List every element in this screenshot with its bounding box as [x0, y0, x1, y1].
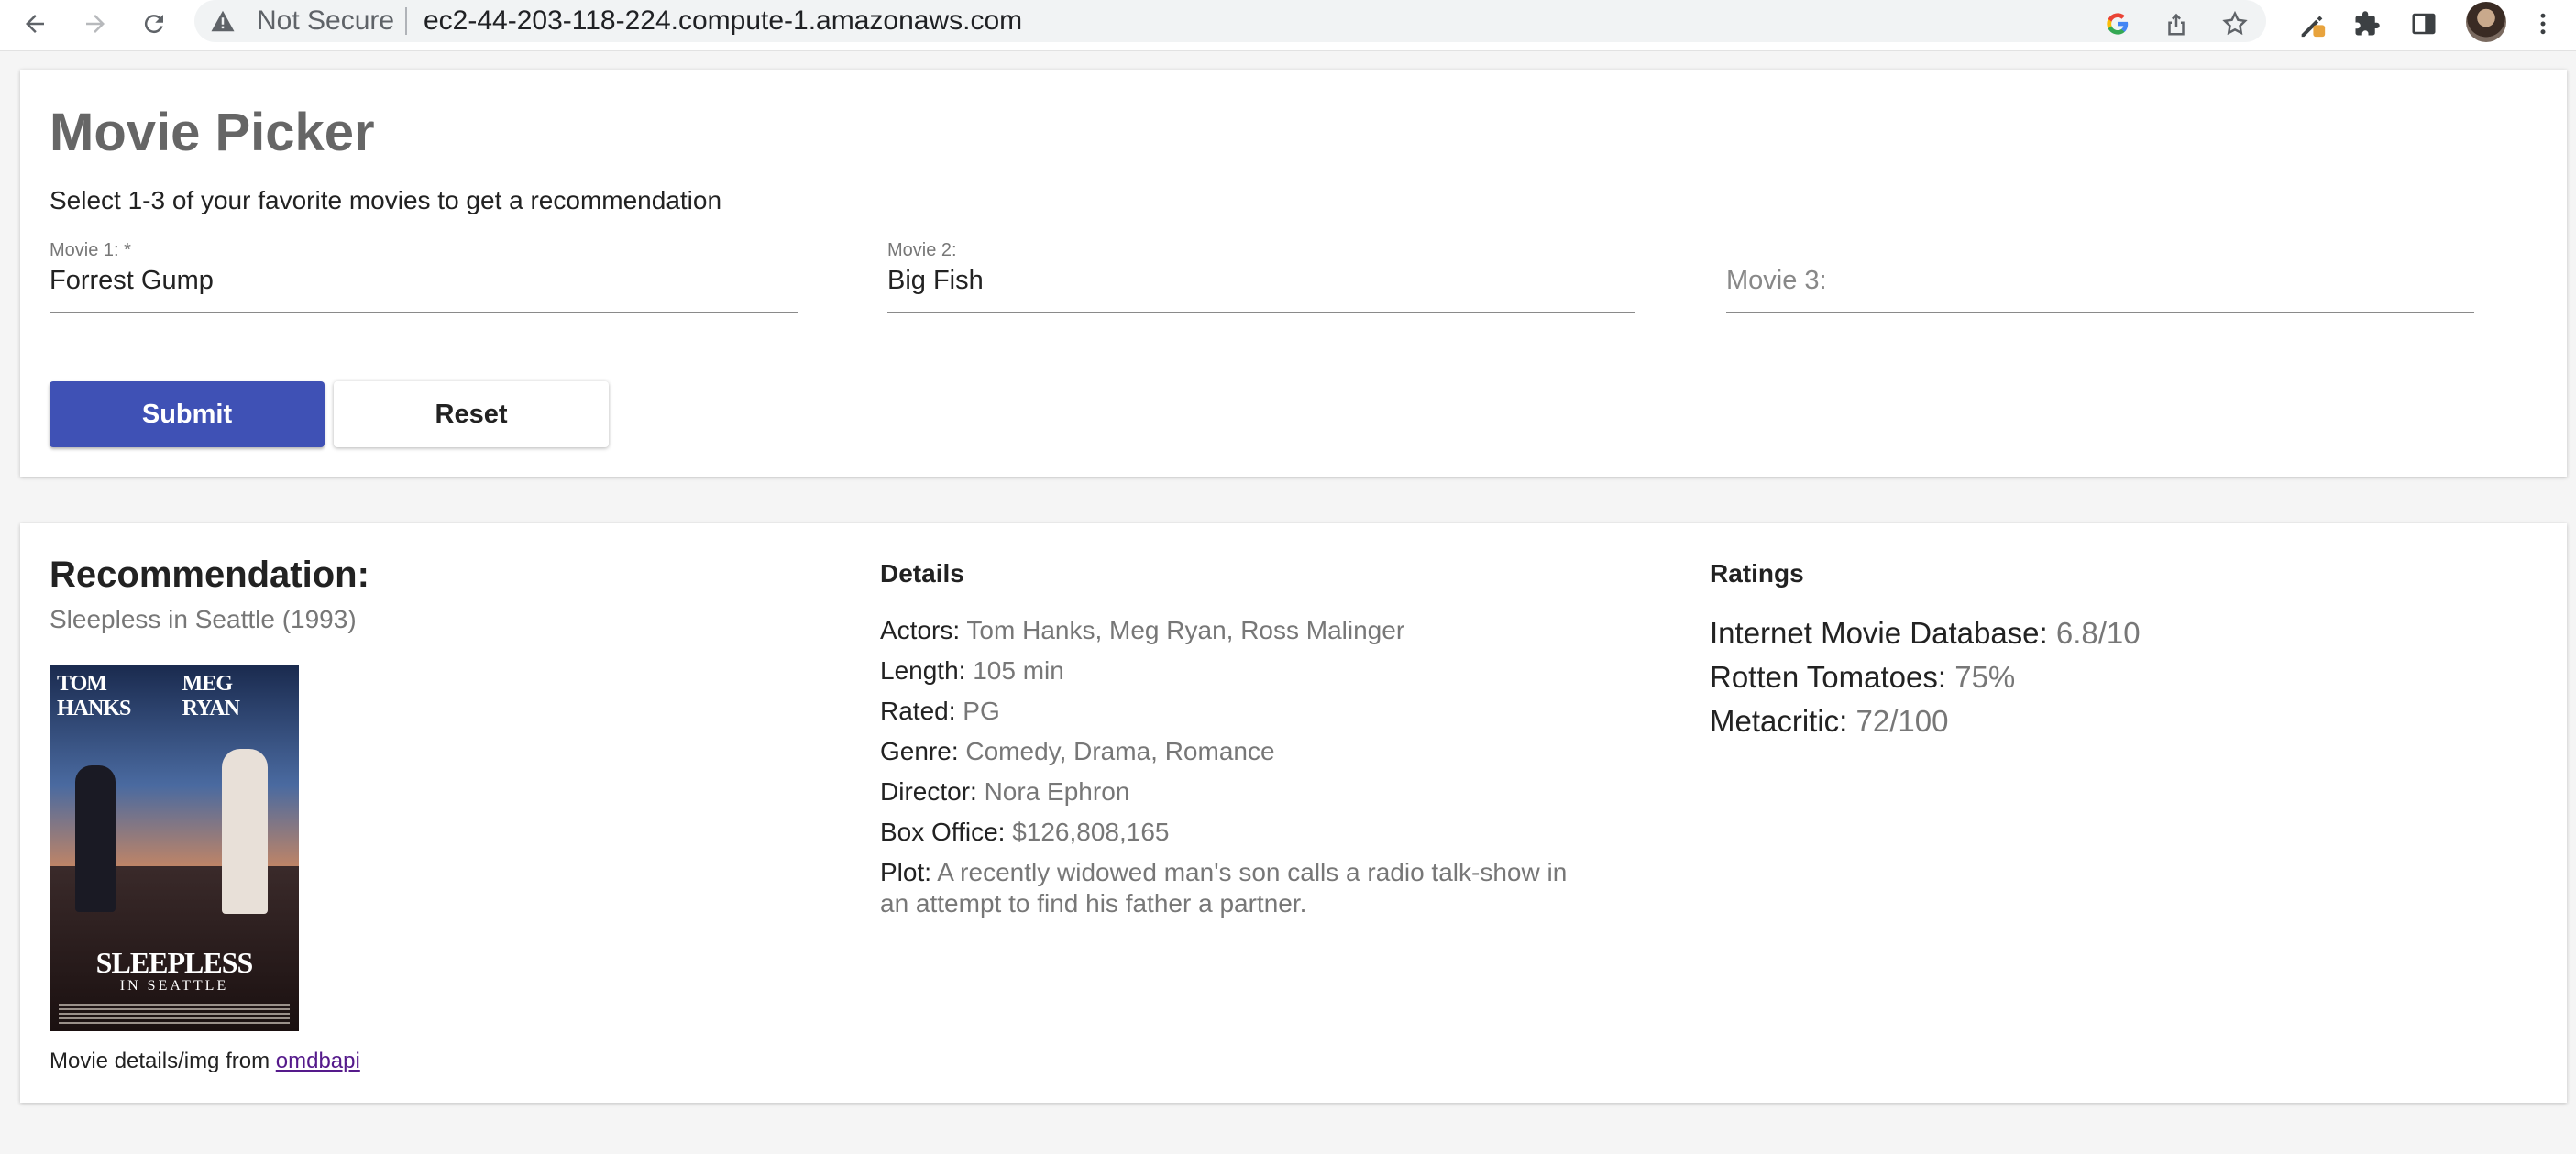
- movie-2-field[interactable]: Movie 2:: [887, 238, 1635, 313]
- extension-pen-icon[interactable]: [2292, 4, 2332, 44]
- poster-names: TOM HANKS MEG RYAN: [50, 672, 299, 721]
- detail-row-box-office: Box Office: $126,808,165: [880, 817, 1577, 848]
- browser-toolbar: Not Secure ec2-44-203-118-224.compute-1.…: [0, 0, 2576, 51]
- omdbapi-link[interactable]: omdbapi: [276, 1049, 360, 1073]
- security-label[interactable]: Not Secure: [257, 5, 394, 37]
- detail-row-plot: Plot: A recently widowed man's son calls…: [880, 857, 1577, 919]
- side-panel-icon[interactable]: [2404, 4, 2444, 44]
- reload-icon[interactable]: [134, 4, 174, 44]
- detail-value: 105 min: [973, 656, 1064, 685]
- share-icon[interactable]: [2156, 4, 2196, 44]
- instructions-text: Select 1-3 of your favorite movies to ge…: [50, 186, 722, 214]
- details-heading: Details: [880, 559, 964, 588]
- detail-row-director: Director: Nora Ephron: [880, 776, 1577, 808]
- detail-value: $126,808,165: [1012, 818, 1170, 846]
- movie-3-field[interactable]: [1726, 238, 2474, 313]
- movie-1-field[interactable]: Movie 1: *: [50, 238, 798, 313]
- reset-button[interactable]: Reset: [334, 381, 609, 447]
- poster-woman-figure: [222, 749, 268, 914]
- detail-key: Rated:: [880, 697, 956, 725]
- detail-value: Comedy, Drama, Romance: [965, 737, 1275, 765]
- detail-key: Director:: [880, 777, 977, 806]
- poster-subtitle: IN SEATTLE: [119, 978, 229, 994]
- google-icon[interactable]: [2097, 4, 2138, 44]
- address-separator: [405, 7, 407, 35]
- detail-key: Length:: [880, 656, 966, 685]
- movie-1-input[interactable]: [50, 264, 798, 297]
- rating-row-rotten-tomatoes: Rotten Tomatoes: 75%: [1710, 659, 2443, 696]
- source-prefix: Movie details/img from: [50, 1049, 276, 1073]
- poster-man-figure: [75, 765, 116, 912]
- detail-row-rated: Rated: PG: [880, 696, 1577, 727]
- profile-avatar[interactable]: [2466, 2, 2506, 42]
- rating-source: Internet Movie Database:: [1710, 616, 2048, 650]
- detail-key: Plot:: [880, 858, 932, 886]
- forward-arrow-icon[interactable]: [75, 4, 116, 44]
- source-attribution: Movie details/img from omdbapi: [50, 1048, 360, 1075]
- poster-credits: [59, 1004, 290, 1024]
- detail-value: Nora Ephron: [984, 777, 1130, 806]
- bookmark-star-icon[interactable]: [2215, 4, 2255, 44]
- more-menu-icon[interactable]: [2523, 4, 2563, 44]
- poster-title: SLEEPLESS: [95, 946, 254, 979]
- recommendation-heading: Recommendation:: [50, 555, 369, 595]
- detail-row-genre: Genre: Comedy, Drama, Romance: [880, 736, 1577, 767]
- rating-value: 75%: [1954, 660, 2016, 694]
- poster-name-right: MEG RYAN: [182, 672, 240, 720]
- details-list: Actors: Tom Hanks, Meg Ryan, Ross Maling…: [880, 615, 1577, 929]
- rating-row-imdb: Internet Movie Database: 6.8/10: [1710, 615, 2443, 652]
- submit-button[interactable]: Submit: [50, 381, 325, 447]
- rating-row-metacritic: Metacritic: 72/100: [1710, 703, 2443, 740]
- detail-row-actors: Actors: Tom Hanks, Meg Ryan, Ross Maling…: [880, 615, 1577, 646]
- movie-2-label: Movie 2:: [887, 240, 957, 260]
- detail-key: Genre:: [880, 737, 959, 765]
- rating-source: Rotten Tomatoes:: [1710, 660, 1947, 694]
- extensions-puzzle-icon[interactable]: [2347, 4, 2387, 44]
- movie-2-input[interactable]: [887, 264, 1635, 297]
- page-title: Movie Picker: [50, 103, 375, 162]
- ratings-heading: Ratings: [1710, 559, 1804, 588]
- url-text[interactable]: ec2-44-203-118-224.compute-1.amazonaws.c…: [424, 5, 1022, 37]
- recommended-movie-title: Sleepless in Seattle (1993): [50, 605, 357, 633]
- movie-picker-card: Movie Picker Select 1-3 of your favorite…: [20, 70, 2567, 477]
- detail-value: PG: [963, 697, 1000, 725]
- detail-value: A recently widowed man's son calls a rad…: [880, 858, 1568, 918]
- rating-source: Metacritic:: [1710, 704, 1848, 738]
- back-arrow-icon[interactable]: [15, 4, 55, 44]
- detail-value: Tom Hanks, Meg Ryan, Ross Malinger: [966, 616, 1405, 644]
- recommendation-card: Recommendation: Sleepless in Seattle (19…: [20, 523, 2567, 1103]
- movie-3-input[interactable]: [1726, 264, 2474, 297]
- warning-icon[interactable]: [209, 7, 237, 35]
- rating-value: 72/100: [1855, 704, 1949, 738]
- ratings-list: Internet Movie Database: 6.8/10 Rotten T…: [1710, 615, 2443, 747]
- movie-1-label: Movie 1: *: [50, 240, 131, 260]
- detail-key: Box Office:: [880, 818, 1006, 846]
- rating-value: 6.8/10: [2055, 616, 2141, 650]
- movie-poster: TOM HANKS MEG RYAN SLEEPLESS IN SEATTLE: [50, 665, 299, 1031]
- poster-name-left: TOM HANKS: [57, 672, 131, 720]
- detail-key: Actors:: [880, 616, 961, 644]
- detail-row-length: Length: 105 min: [880, 655, 1577, 687]
